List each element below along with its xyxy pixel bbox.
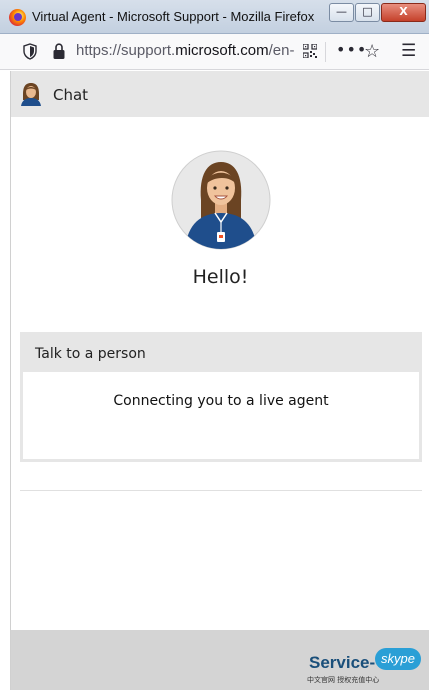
close-button[interactable]: X — [381, 3, 426, 22]
window-title: Virtual Agent - Microsoft Support - Mozi… — [32, 9, 315, 24]
greeting-text: Hello! — [192, 266, 249, 288]
maximize-button[interactable]: □ — [355, 3, 380, 22]
talk-to-person-card: Talk to a person Connecting you to a liv… — [20, 332, 422, 462]
minimize-button[interactable]: — — [329, 3, 354, 22]
address-bar[interactable]: https://support.microsoft.com/en- — [76, 42, 301, 59]
chat-header-label: Chat — [53, 86, 89, 104]
agent-avatar-small-icon — [21, 83, 41, 106]
watermark-subtitle: 中文官网 授权充值中心 — [307, 676, 380, 684]
agent-avatar-icon — [171, 150, 271, 250]
firefox-logo-icon — [9, 9, 26, 26]
bookmark-star-icon[interactable]: ☆ — [364, 41, 380, 62]
skype-badge: skype — [375, 648, 421, 670]
nav-separator — [325, 42, 326, 62]
service-skype-watermark: Service- skype 中文官网 授权充值中心 — [307, 643, 425, 689]
qr-code-icon[interactable] — [303, 44, 317, 58]
hamburger-menu-icon[interactable]: ☰ — [401, 41, 416, 61]
url-prefix: https://support. — [76, 42, 176, 59]
content-divider — [20, 490, 422, 491]
card-header: Talk to a person — [23, 335, 419, 372]
lock-icon[interactable] — [52, 43, 66, 60]
page-content: Chat Hello! Talk to a person Connecting … — [10, 71, 429, 690]
url-suffix: /en- — [268, 42, 295, 59]
browser-window: Virtual Agent - Microsoft Support - Mozi… — [0, 0, 429, 690]
card-title: Talk to a person — [35, 346, 146, 362]
title-bar: Virtual Agent - Microsoft Support - Mozi… — [0, 0, 429, 34]
navigation-bar: https://support.microsoft.com/en- ••• ☆ … — [0, 34, 429, 70]
url-domain: microsoft.com — [175, 42, 269, 59]
page-actions-more-icon[interactable]: ••• — [336, 40, 367, 59]
watermark-text: Service- — [309, 653, 376, 672]
chat-header: Chat — [11, 71, 429, 117]
tracking-protection-shield-icon[interactable] — [23, 43, 37, 60]
connecting-status-text: Connecting you to a live agent — [113, 393, 329, 409]
